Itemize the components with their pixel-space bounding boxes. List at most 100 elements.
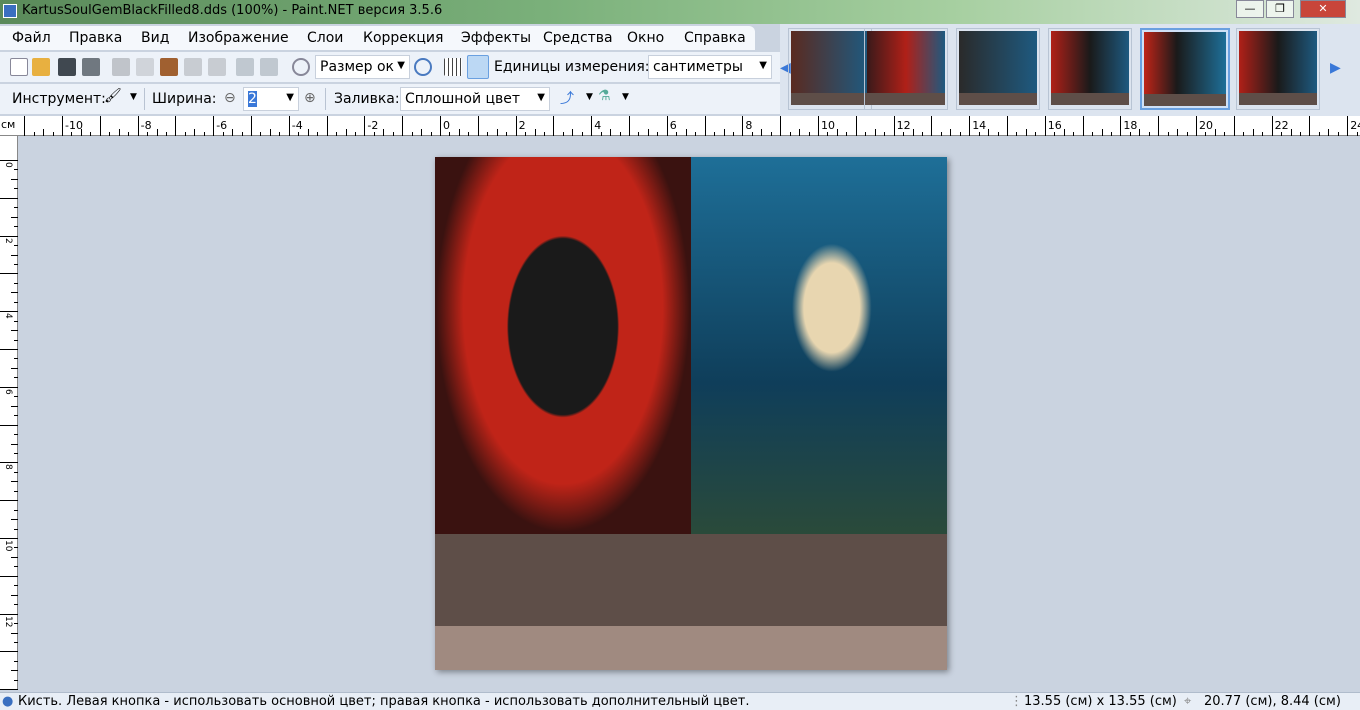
ruler-tick [1347,116,1349,136]
ruler-tick [884,132,886,136]
new-icon[interactable] [10,58,28,76]
thumbnail-selected[interactable] [1140,28,1230,110]
ruler-label: 12 [896,119,911,132]
menu-tools[interactable]: Средства [543,30,613,46]
ruler-tick [1148,132,1150,136]
chevron-down-icon[interactable]: ▼ [622,92,629,102]
menu-view[interactable]: Вид [141,30,169,46]
ruler-tick [14,320,18,322]
menu-file[interactable]: Файл [12,30,51,46]
ruler-tick [676,132,678,136]
ruler-tick [0,160,18,161]
ruler-tick [11,367,18,369]
menu-effects[interactable]: Эффекты [461,30,531,46]
status-hint: Кисть. Левая кнопка - использовать основ… [18,694,750,709]
menu-window[interactable]: Окно [627,30,664,46]
undo-icon[interactable] [236,58,254,76]
menu-layers[interactable]: Слои [307,30,343,46]
cursor-position-icon: ⌖ [1184,694,1192,709]
selection-size-icon: ⋮ [1010,694,1023,709]
decrease-width-icon[interactable]: ⊖ [224,90,236,106]
deselect-icon[interactable] [208,58,226,76]
thumbnail[interactable] [1048,28,1132,110]
ruler-tick [11,594,18,596]
zoom-select[interactable]: Размер ок ▼ [315,55,410,79]
units-value: сантиметры [653,59,743,75]
redo-icon[interactable] [260,58,278,76]
width-select[interactable]: 2 ▼ [243,87,299,111]
thumbnail[interactable] [1236,28,1320,110]
ruler-label: 20 [1199,119,1213,132]
rulers-icon[interactable] [467,55,489,79]
ruler-tick [430,132,432,136]
antialiasing-icon[interactable]: ⤴ [560,88,574,108]
width-value: 2 [248,91,257,107]
ruler-tick [1082,116,1084,136]
ruler-tick [1196,116,1197,136]
open-icon[interactable] [32,58,50,76]
menu-help[interactable]: Справка [684,30,746,46]
save-icon[interactable] [58,58,76,76]
ruler-label: 24 [1350,119,1360,132]
close-button[interactable]: ✕ [1300,0,1346,18]
ruler-tick [818,116,819,136]
ruler-tick [99,116,101,136]
thumbnail[interactable] [864,28,948,110]
ruler-label: 4 [594,119,602,132]
thumbnail[interactable] [788,28,872,110]
paste-icon[interactable] [160,58,178,76]
ruler-tick [1337,132,1339,136]
ruler-tick [1318,132,1320,136]
units-select[interactable]: сантиметры ▼ [648,55,772,79]
chevron-down-icon[interactable]: ▼ [586,92,593,102]
ruler-tick [251,116,252,136]
ruler-tick [695,132,697,136]
ruler-tick [11,519,18,521]
menu-adjustments[interactable]: Коррекция [363,30,443,46]
fill-select[interactable]: Сплошной цвет ▼ [400,87,550,111]
ruler-tick [1073,132,1075,136]
increase-width-icon[interactable]: ⊕ [304,90,316,106]
ruler-tick [1224,132,1226,136]
ruler-tick [232,129,234,136]
ruler-tick [1328,129,1330,136]
minimize-button[interactable]: — [1236,0,1264,18]
zoom-in-icon[interactable] [414,58,432,76]
print-icon[interactable] [82,58,100,76]
ruler-label: 4 [3,313,13,319]
ruler-tick [0,273,18,275]
ruler-tick [1044,116,1046,136]
ruler-tick [11,481,18,483]
ruler-tick [0,651,18,653]
ruler-tick [931,116,933,136]
menu-image[interactable]: Изображение [188,30,289,46]
ruler-tick [458,129,460,136]
crop-icon[interactable] [184,58,202,76]
ruler-tick [364,116,366,136]
ruler-tick [969,116,971,136]
cut-icon[interactable] [112,58,130,76]
ruler-tick [1252,129,1254,136]
ruler-tick [11,632,18,634]
ruler-label: 0 [443,119,450,132]
ruler-label: 10 [821,119,835,132]
brush-icon[interactable]: 🖌 [104,88,122,104]
ruler-label: 6 [669,119,677,132]
image-canvas[interactable] [435,157,947,670]
ruler-tick [62,116,63,136]
scroll-right-icon[interactable]: ▶ [1330,60,1341,76]
title-bar: KartusSoulGemBlackFilled8.dds (100%) - P… [0,0,1360,24]
ruler-tick [449,132,451,136]
copy-icon[interactable] [136,58,154,76]
ruler-tick [657,132,659,136]
chevron-down-icon[interactable]: ▼ [130,92,137,102]
maximize-button[interactable]: ❐ [1266,0,1294,18]
grid-icon[interactable] [444,58,462,76]
thumbnail[interactable] [956,28,1040,110]
zoom-out-icon[interactable] [292,58,310,76]
blend-mode-icon[interactable]: ⚗ [598,88,611,104]
ruler-tick [742,116,744,136]
ruler-tick [14,566,18,568]
ruler-label: 2 [518,119,526,132]
menu-edit[interactable]: Правка [69,30,122,46]
